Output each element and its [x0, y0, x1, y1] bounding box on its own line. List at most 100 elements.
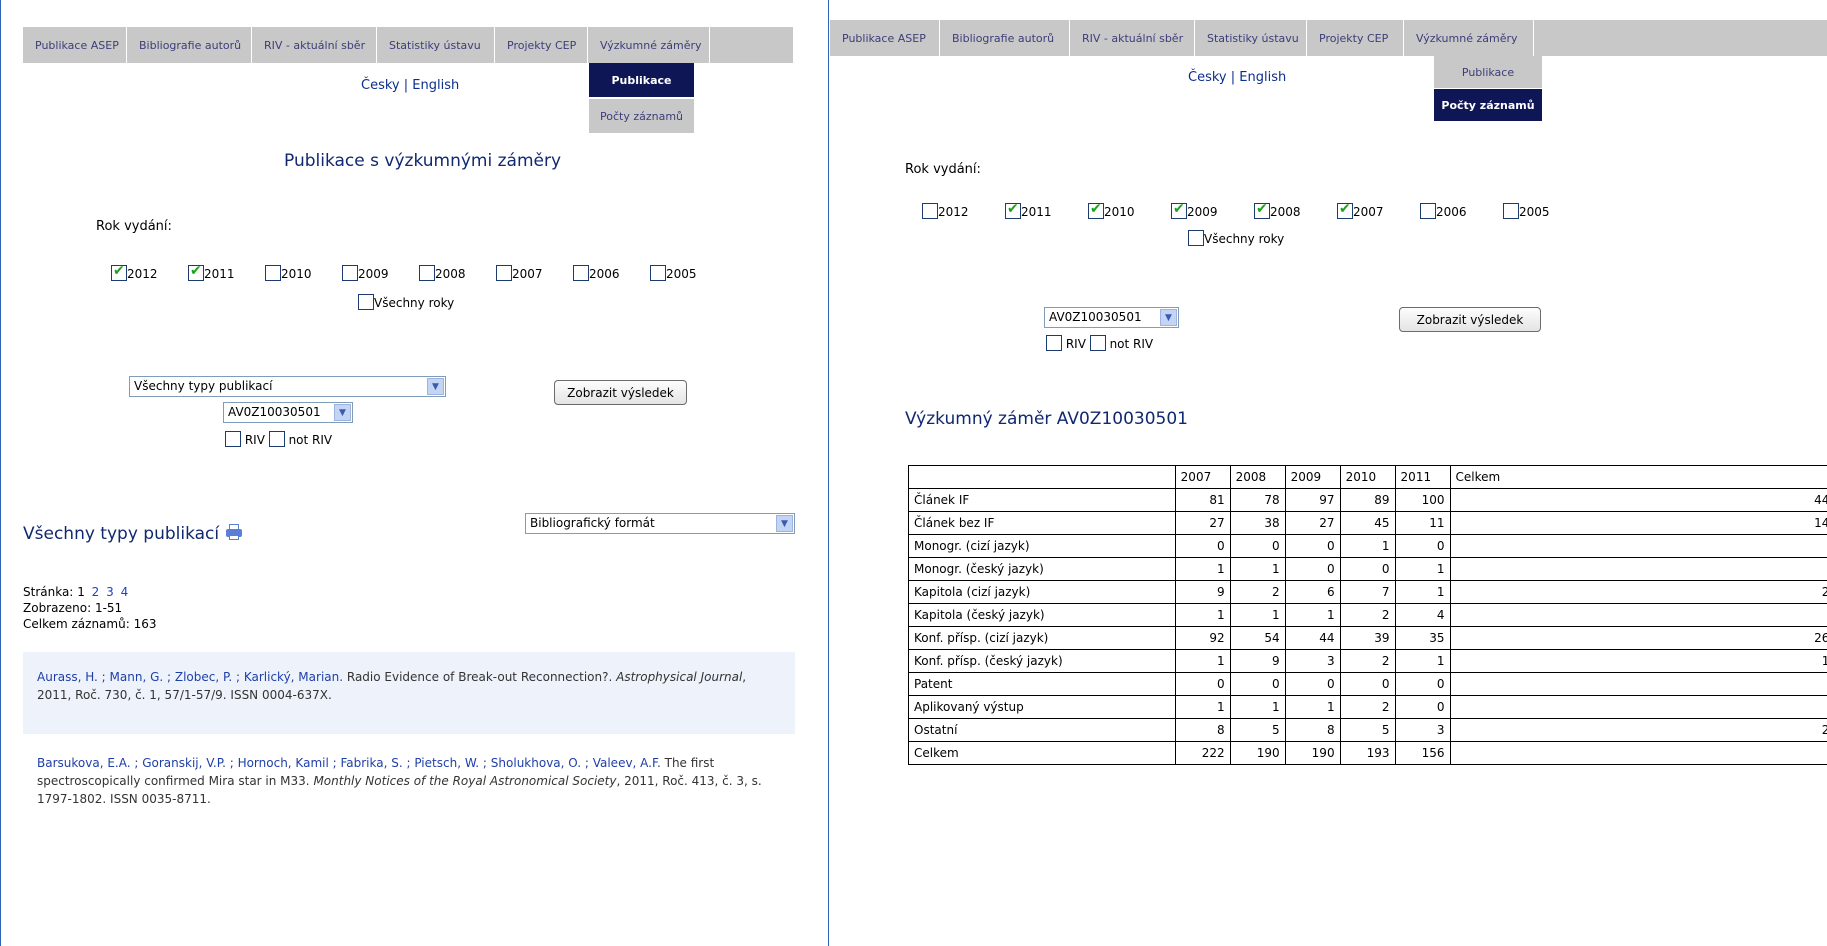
all-years-option[interactable]: Všechny roky	[1188, 230, 1284, 246]
chevron-down-icon[interactable]: ▼	[776, 515, 793, 532]
year-label-text: 2007	[512, 267, 543, 281]
all-years-option[interactable]: Všechny roky	[358, 294, 454, 310]
year-option-2005[interactable]: 2005	[650, 265, 697, 281]
riv-checkbox[interactable]	[225, 431, 241, 447]
nav-statistiky-ustavu[interactable]: Statistiky ústavu	[1195, 20, 1307, 56]
value-cell: 29	[1449, 718, 1827, 742]
year-option-2005[interactable]: 2005	[1503, 203, 1550, 219]
value-cell: 1	[1174, 649, 1231, 673]
year-checkbox[interactable]	[1171, 201, 1187, 219]
year-option-2008[interactable]: 2008	[419, 265, 466, 281]
value-cell: 1	[1174, 557, 1231, 581]
record-authors[interactable]: Aurass, H. ; Mann, G. ; Zlobec, P. ; Kar…	[37, 670, 343, 684]
page-link-2[interactable]: 2	[92, 585, 100, 599]
nav-bibliografie-autoru[interactable]: Bibliografie autorů	[127, 27, 252, 63]
year-option-2007[interactable]: 2007	[1337, 201, 1384, 219]
column-header: 2008	[1229, 465, 1286, 489]
page-link-4[interactable]: 4	[121, 585, 129, 599]
printer-icon[interactable]	[225, 524, 243, 540]
lang-english-link[interactable]: English	[412, 78, 459, 93]
year-checkbox[interactable]	[650, 265, 666, 281]
project-select-value: AV0Z10030501	[228, 405, 321, 419]
table-row: Konf. přísp. (cizí jazyk)9254443935264	[908, 626, 1827, 650]
year-checkbox[interactable]	[922, 203, 938, 219]
show-results-button[interactable]: Zobrazit výsledek	[554, 380, 687, 405]
column-header: 2009	[1284, 465, 1341, 489]
value-cell: 264	[1449, 626, 1827, 650]
year-checkbox[interactable]	[496, 265, 512, 281]
nav-projekty-cep[interactable]: Projekty CEP	[1307, 20, 1404, 56]
project-select[interactable]: AV0Z10030501 ▼	[223, 402, 353, 423]
table-row: Konf. přísp. (český jazyk)1932116	[908, 649, 1827, 673]
year-checkbox[interactable]	[342, 265, 358, 281]
lang-english-link[interactable]: English	[1239, 70, 1286, 85]
nav-riv-aktualni-sber[interactable]: RIV - aktuální sběr	[252, 27, 377, 63]
value-cell: 0	[1339, 557, 1396, 581]
nav-publikace-asep[interactable]: Publikace ASEP	[23, 27, 127, 63]
year-checkbox[interactable]	[265, 265, 281, 281]
not-riv-checkbox[interactable]	[1089, 335, 1106, 351]
lang-czech-link[interactable]: Česky	[361, 78, 400, 93]
year-checkbox[interactable]	[1005, 201, 1021, 219]
year-checkbox[interactable]	[111, 263, 127, 281]
chevron-down-icon[interactable]: ▼	[1160, 309, 1177, 326]
project-select[interactable]: AV0Z10030501 ▼	[1044, 307, 1179, 328]
year-option-2012[interactable]: 2012	[922, 203, 969, 219]
year-label-text: 2011	[204, 267, 235, 281]
nav-vyzkumne-zamery[interactable]: Výzkumné záměry	[588, 27, 710, 63]
year-option-2011[interactable]: 2011	[188, 263, 235, 281]
record-item: Barsukova, E.A. ; Goranskij, V.P. ; Horn…	[37, 754, 789, 808]
page-link-3[interactable]: 3	[106, 585, 114, 599]
year-option-2009[interactable]: 2009	[1171, 201, 1218, 219]
not-riv-checkbox[interactable]	[268, 431, 285, 447]
nav-publikace-asep[interactable]: Publikace ASEP	[830, 20, 940, 56]
subnav-pocty-zaznamu[interactable]: Počty záznamů	[1434, 89, 1542, 121]
year-checkbox[interactable]	[188, 263, 204, 281]
column-header: 2010	[1339, 465, 1396, 489]
year-label: Rok vydání:	[96, 219, 172, 234]
format-select[interactable]: Bibliografický formát ▼	[525, 513, 795, 534]
year-option-2006[interactable]: 2006	[573, 265, 620, 281]
nav-riv-aktualni-sber[interactable]: RIV - aktuální sběr	[1070, 20, 1195, 56]
year-checkbox[interactable]	[1088, 201, 1104, 219]
all-years-checkbox[interactable]	[1188, 230, 1204, 246]
riv-label: RIV	[1065, 337, 1086, 351]
year-option-2011[interactable]: 2011	[1005, 201, 1052, 219]
language-switch: Česky | English	[361, 78, 459, 93]
year-checkbox[interactable]	[1420, 203, 1436, 219]
riv-option[interactable]: RIV not RIV	[1046, 335, 1153, 351]
nav-projekty-cep[interactable]: Projekty CEP	[495, 27, 588, 63]
chevron-down-icon[interactable]: ▼	[427, 378, 444, 395]
record-authors[interactable]: Barsukova, E.A. ; Goranskij, V.P. ; Horn…	[37, 756, 661, 770]
all-years-checkbox[interactable]	[358, 294, 374, 310]
year-checkbox[interactable]	[1254, 201, 1270, 219]
year-option-2010[interactable]: 2010	[265, 265, 312, 281]
subnav-publikace[interactable]: Publikace	[589, 63, 694, 97]
riv-checkbox[interactable]	[1046, 335, 1062, 351]
project-select-value: AV0Z10030501	[1049, 310, 1142, 324]
year-checkbox[interactable]	[573, 265, 589, 281]
subnav-pocty-zaznamu[interactable]: Počty záznamů	[589, 99, 694, 133]
nav-vyzkumne-zamery[interactable]: Výzkumné záměry	[1404, 20, 1534, 56]
year-checkbox[interactable]	[419, 265, 435, 281]
year-option-2008[interactable]: 2008	[1254, 201, 1301, 219]
nav-bibliografie-autoru[interactable]: Bibliografie autorů	[940, 20, 1070, 56]
lang-czech-link[interactable]: Česky	[1188, 70, 1227, 85]
year-option-2007[interactable]: 2007	[496, 265, 543, 281]
year-label-text: 2007	[1353, 205, 1384, 219]
riv-option[interactable]: RIV not RIV	[225, 431, 332, 447]
show-results-button[interactable]: Zobrazit výsledek	[1399, 307, 1541, 332]
column-header: Celkem	[1449, 465, 1827, 489]
year-checkbox[interactable]	[1503, 203, 1519, 219]
year-option-2009[interactable]: 2009	[342, 265, 389, 281]
nav-statistiky-ustavu[interactable]: Statistiky ústavu	[377, 27, 495, 63]
year-option-2010[interactable]: 2010	[1088, 201, 1135, 219]
value-cell: 97	[1284, 488, 1341, 512]
year-option-2012[interactable]: 2012	[111, 263, 158, 281]
page-title: Publikace s výzkumnými záměry	[284, 151, 562, 171]
year-checkbox[interactable]	[1337, 201, 1353, 219]
publication-type-select[interactable]: Všechny typy publikací ▼	[129, 376, 446, 397]
chevron-down-icon[interactable]: ▼	[334, 404, 351, 421]
subnav-publikace[interactable]: Publikace	[1434, 56, 1542, 88]
year-option-2006[interactable]: 2006	[1420, 203, 1467, 219]
